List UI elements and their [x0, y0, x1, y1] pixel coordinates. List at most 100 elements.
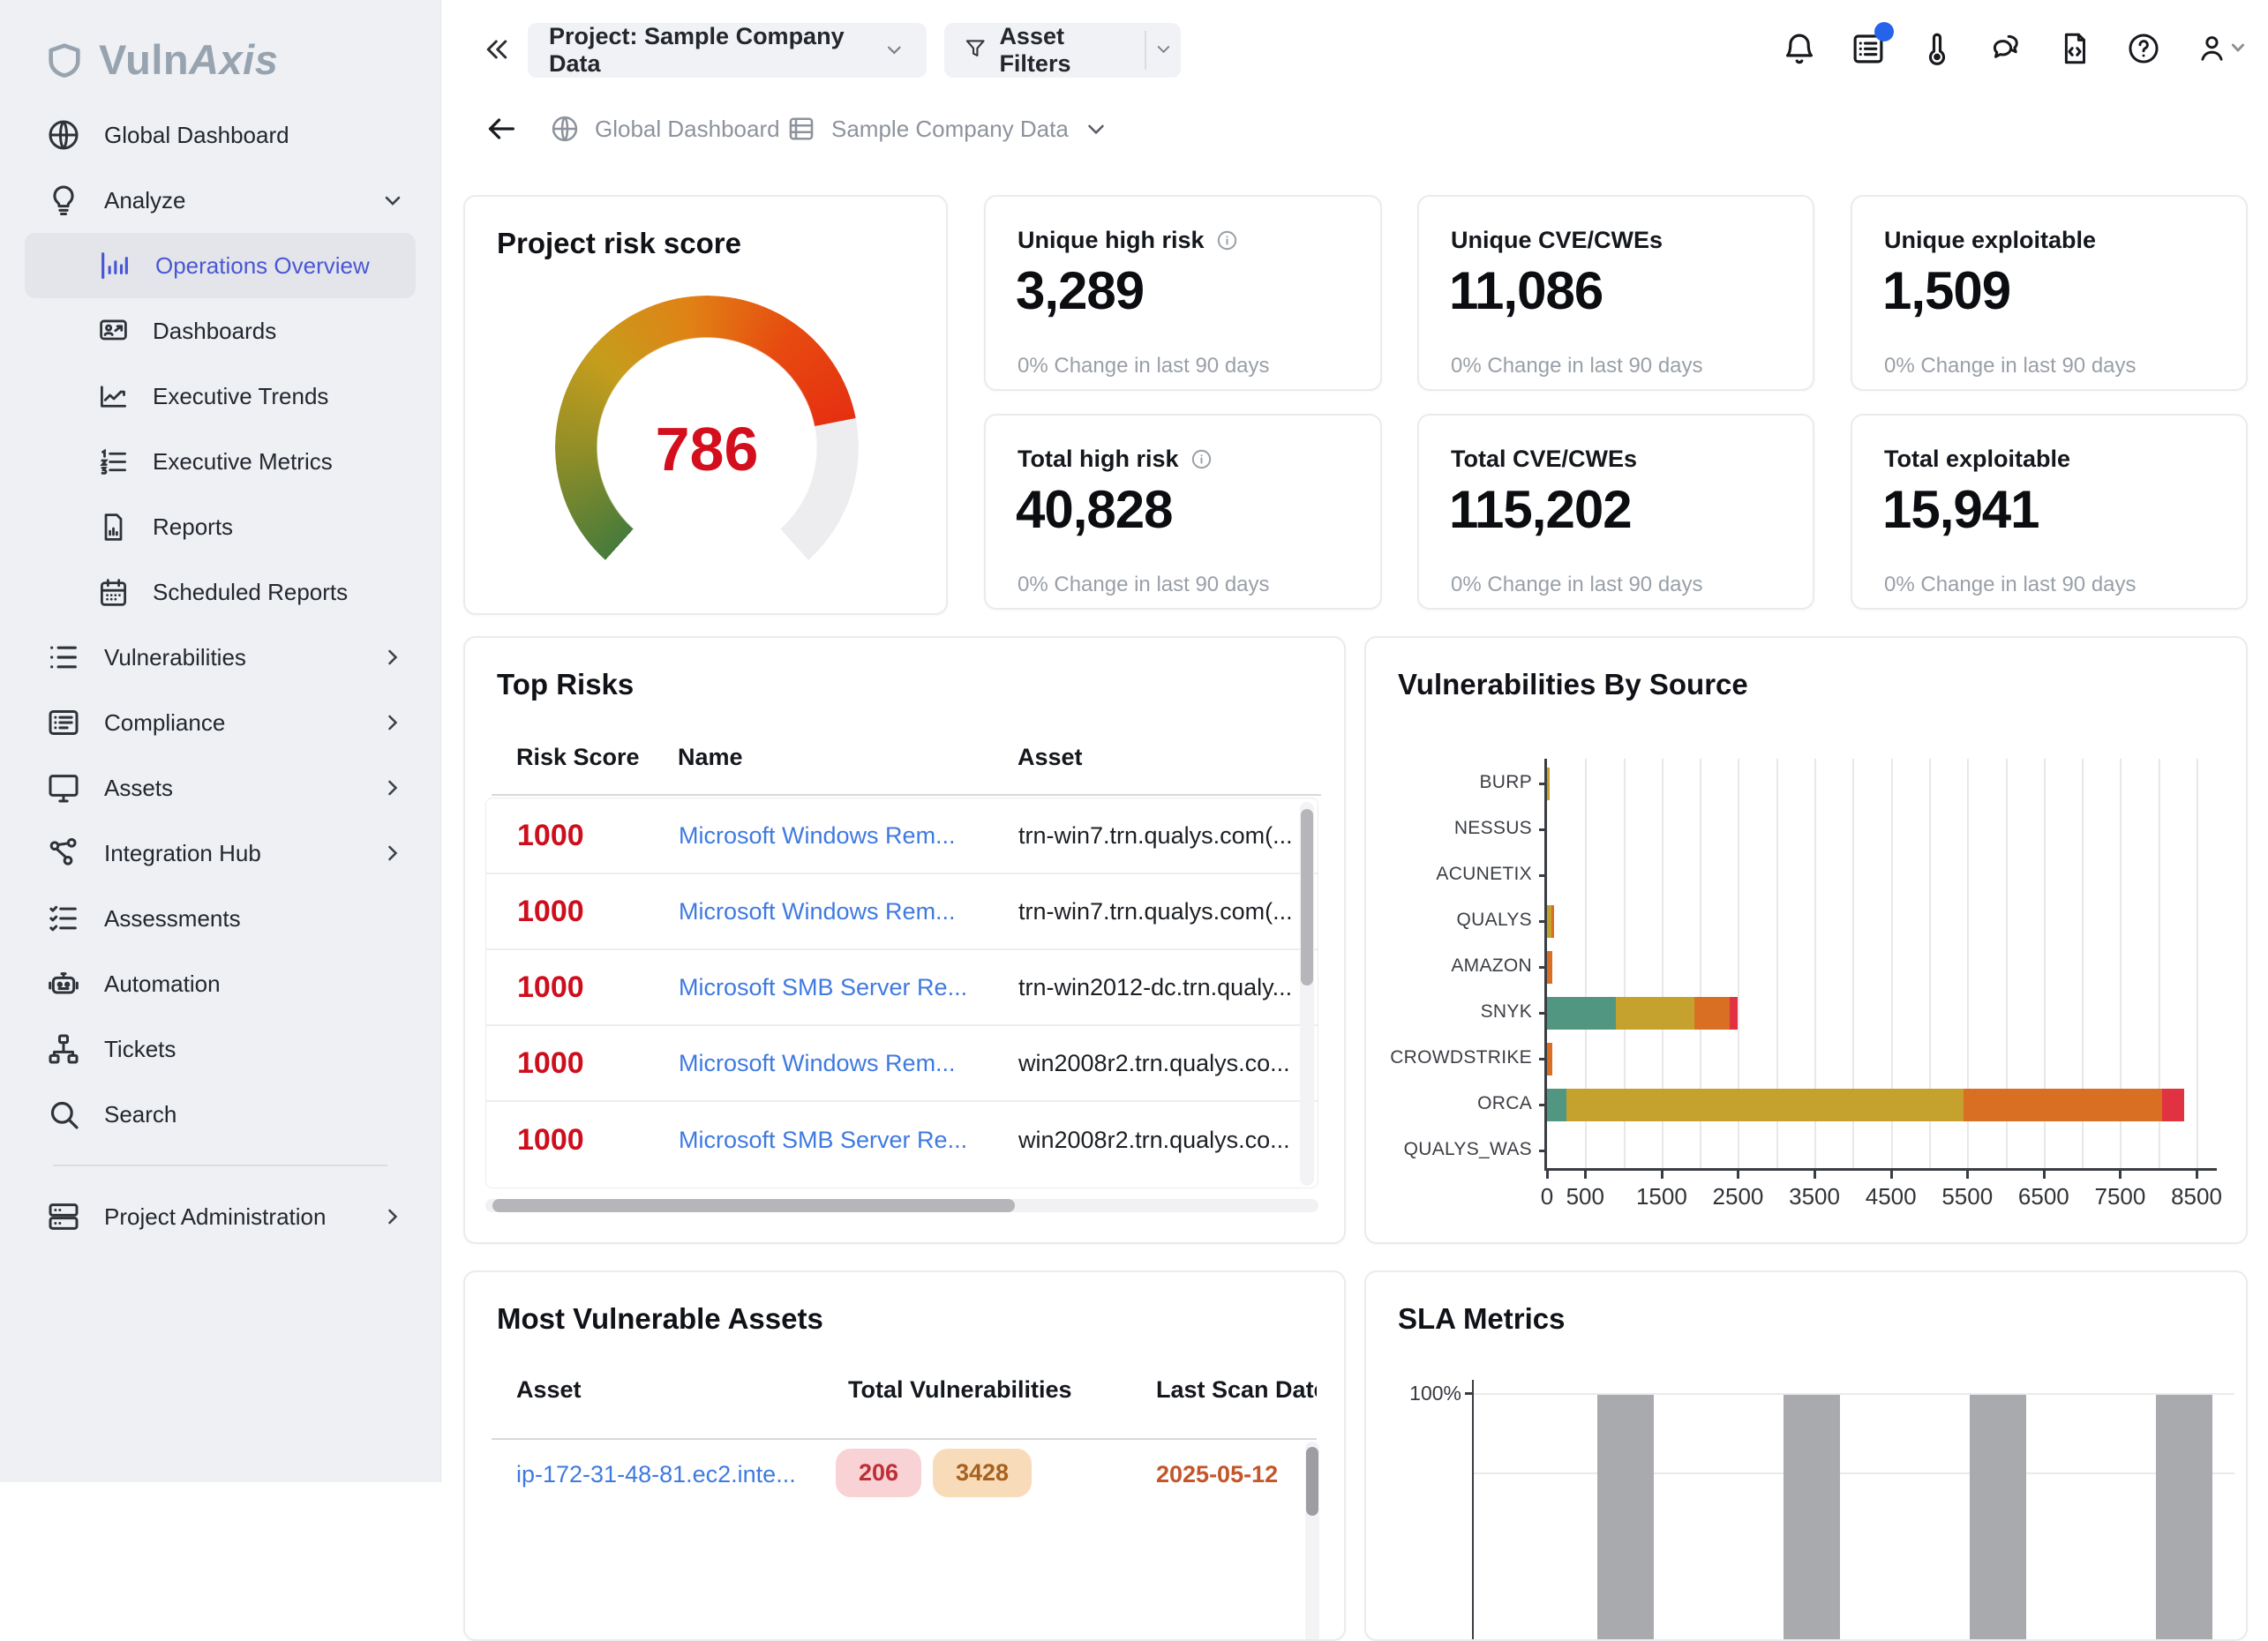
sidebar-item-label: Search [104, 1101, 176, 1128]
trend-chart-icon [97, 380, 130, 413]
asset-filters-dropdown[interactable]: Asset Filters [944, 23, 1181, 78]
chevron-right-icon [380, 841, 405, 865]
bar-segment-red [2162, 1089, 2184, 1121]
sla-bar [1784, 1395, 1840, 1641]
help-icon[interactable] [2125, 30, 2162, 67]
project-selector-dropdown[interactable]: Project: Sample Company Data [528, 23, 927, 78]
stat-label: Total high risk [1018, 446, 1213, 473]
risk-asset-value: win2008r2.trn.qualys.co... [1018, 1050, 1318, 1077]
sidebar-item-scheduled-reports[interactable]: Scheduled Reports [0, 559, 440, 625]
info-icon[interactable] [1190, 447, 1213, 471]
column-header-name: Name [678, 744, 743, 771]
user-menu[interactable] [2194, 30, 2245, 67]
chevron-right-icon [380, 776, 405, 800]
info-icon[interactable] [1215, 229, 1239, 252]
y-tick [1539, 828, 1547, 831]
card-title: Top Risks [497, 668, 634, 701]
compliance-card-icon [46, 705, 81, 740]
table-row: 1000Microsoft SMB Server Re...trn-win201… [486, 950, 1318, 1026]
y-tick [1539, 1150, 1547, 1152]
back-arrow-icon[interactable] [484, 111, 519, 146]
breadcrumb-label: Sample Company Data [831, 116, 1069, 143]
x-tick [1584, 1171, 1587, 1179]
sidebar-item-global-dashboard[interactable]: Global Dashboard [0, 102, 440, 168]
x-tick [1966, 1171, 1969, 1179]
sidebar-item-assets[interactable]: Assets [0, 755, 440, 820]
button-divider [1145, 31, 1146, 70]
y-tick [1539, 966, 1547, 969]
sidebar-item-operations-overview[interactable]: Operations Overview [25, 233, 416, 298]
sidebar-item-label: Executive Trends [153, 383, 328, 410]
risk-score-value: 1000 [517, 819, 679, 853]
collapse-sidebar-icon[interactable] [481, 34, 513, 65]
x-tick-label: 4500 [1851, 1183, 1931, 1210]
sidebar-item-vulnerabilities[interactable]: Vulnerabilities [0, 625, 440, 690]
thermometer-icon[interactable] [1919, 30, 1956, 67]
sidebar-item-executive-metrics[interactable]: Executive Metrics [0, 429, 440, 494]
bar-segment-orange [1547, 1043, 1552, 1075]
code-file-icon[interactable] [2056, 30, 2093, 67]
risk-name-link[interactable]: Microsoft Windows Rem... [679, 1050, 1018, 1077]
sidebar-item-compliance[interactable]: Compliance [0, 690, 440, 755]
sidebar-item-label: Analyze [104, 187, 186, 214]
sidebar-item-assessments[interactable]: Assessments [0, 886, 440, 951]
bar-chart-icon [97, 248, 132, 283]
x-tick [1890, 1171, 1893, 1179]
vertical-scrollbar[interactable] [1300, 802, 1314, 1186]
stat-value: 11,086 [1449, 260, 1603, 321]
breadcrumb-label: Global Dashboard [595, 116, 780, 143]
risk-gauge-value: 786 [555, 414, 859, 484]
horizontal-scrollbar[interactable] [485, 1199, 1318, 1212]
risk-name-link[interactable]: Microsoft Windows Rem... [679, 822, 1018, 850]
sitemap-icon [46, 1031, 81, 1067]
shield-logo-icon [44, 40, 85, 80]
sidebar-item-label: Project Administration [104, 1203, 326, 1231]
card-title: SLA Metrics [1398, 1302, 1566, 1336]
sidebar-item-project-administration[interactable]: Project Administration [0, 1184, 440, 1249]
task-list-icon[interactable] [1850, 30, 1887, 67]
scrollbar-thumb[interactable] [1306, 1447, 1318, 1516]
risk-name-link[interactable]: Microsoft SMB Server Re... [679, 1127, 1018, 1154]
table-row: 1000Microsoft Windows Rem...trn-win7.trn… [486, 798, 1318, 874]
stat-value: 15,941 [1882, 479, 2039, 540]
risk-name-link[interactable]: Microsoft SMB Server Re... [679, 974, 1018, 1001]
bell-icon[interactable] [1781, 30, 1818, 67]
bar-segment-orange [1551, 905, 1554, 938]
sidebar-item-reports[interactable]: Reports [0, 494, 440, 559]
sidebar-item-integration-hub[interactable]: Integration Hub [0, 820, 440, 886]
topbar: Project: Sample Company Data Asset Filte… [441, 0, 2268, 99]
stat-change: 0% Change in last 90 days [1884, 573, 2137, 597]
risk-name-link[interactable]: Microsoft Windows Rem... [679, 898, 1018, 925]
stacked-bar [1547, 1089, 2184, 1121]
chat-bubbles-icon[interactable] [1987, 30, 2024, 67]
top-risks-table: 1000Microsoft Windows Rem...trn-win7.trn… [485, 798, 1318, 1188]
breadcrumb-project[interactable]: Sample Company Data [785, 99, 1109, 159]
sidebar-item-dashboards[interactable]: Dashboards [0, 298, 440, 363]
sidebar-item-tickets[interactable]: Tickets [0, 1016, 440, 1082]
scrollbar-thumb[interactable] [1301, 809, 1313, 985]
sidebar-item-automation[interactable]: Automation [0, 951, 440, 1016]
table-clip: Asset Total Vulnerabilities Last Scan Da… [465, 1272, 1317, 1641]
risk-score-value: 1000 [517, 1046, 679, 1081]
chevron-down-icon[interactable] [1083, 116, 1109, 142]
stacked-bar [1547, 768, 1550, 800]
stacked-bar [1547, 997, 1738, 1030]
stacked-bar [1547, 951, 1552, 984]
stat-value: 115,202 [1449, 479, 1632, 540]
checklist-icon [46, 901, 81, 936]
table-row: 1000Microsoft Windows Rem...win2008r2.tr… [486, 1026, 1318, 1102]
sidebar-item-label: Assets [104, 775, 173, 802]
asset-link[interactable]: ip-172-31-48-81.ec2.inte... [516, 1461, 796, 1488]
globe-icon [549, 113, 581, 145]
scrollbar-thumb[interactable] [492, 1199, 1015, 1212]
category-label: ACUNETIX [1366, 864, 1532, 885]
sidebar-item-search[interactable]: Search [0, 1082, 440, 1147]
chevron-down-icon[interactable] [1153, 39, 1174, 62]
vertical-scrollbar[interactable] [1305, 1442, 1319, 1641]
sidebar-item-analyze[interactable]: Analyze [0, 168, 440, 233]
stat-label: Unique CVE/CWEs [1451, 227, 1663, 254]
sidebar-item-executive-trends[interactable]: Executive Trends [0, 363, 440, 429]
bar-segment-green [1547, 997, 1616, 1030]
breadcrumb-global-dashboard[interactable]: Global Dashboard [549, 99, 780, 159]
bar-segment-green [1547, 1089, 1566, 1121]
